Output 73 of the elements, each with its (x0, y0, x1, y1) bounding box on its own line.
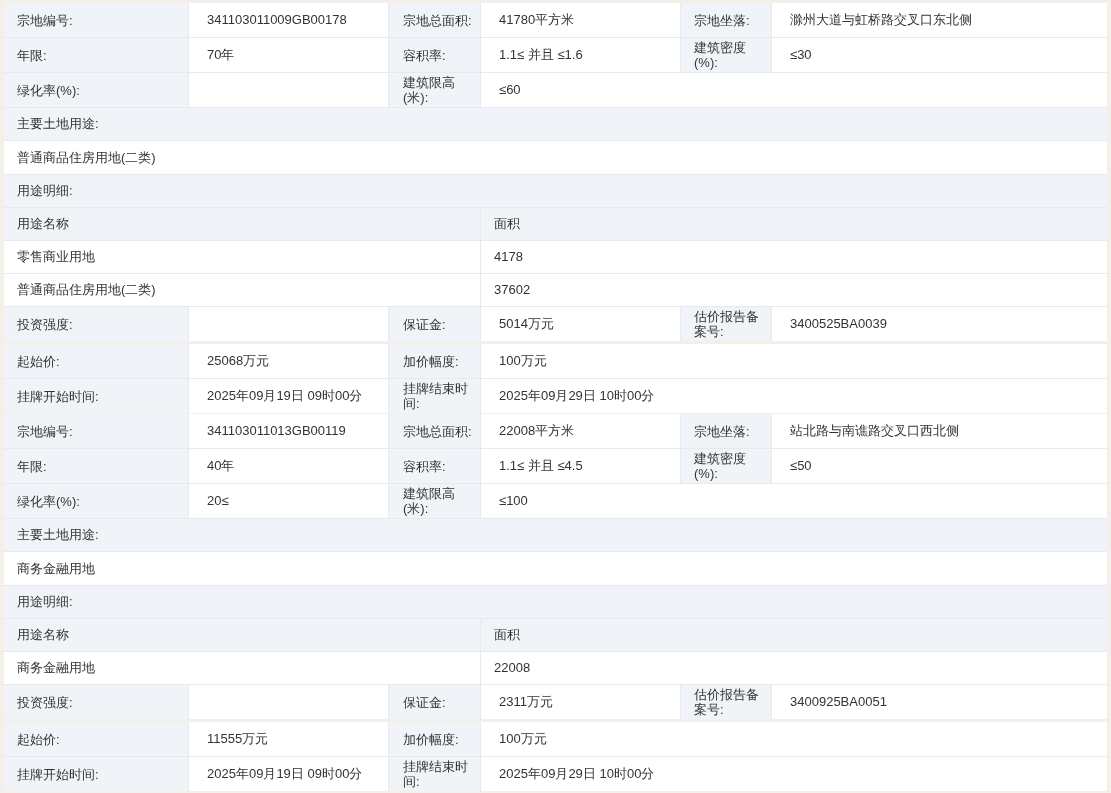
field-label: 投资强度: (4, 685, 188, 719)
field-label: 宗地总面积: (389, 3, 480, 37)
section-heading: 用途明细: (4, 175, 1107, 207)
field-label: 宗地坐落: (681, 414, 771, 448)
field-value: ≤30 (772, 38, 1107, 72)
column-header: 用途名称 (4, 208, 480, 240)
field-value: ≤50 (772, 449, 1107, 483)
field-value: 站北路与南谯路交叉口西北侧 (772, 414, 1107, 448)
field-label: 宗地总面积: (389, 414, 480, 448)
field-value: 2025年09月19日 09时00分 (189, 757, 388, 791)
field-value: 3400525BA0039 (772, 307, 1107, 341)
field-label: 建筑限高(米): (389, 484, 480, 518)
field-label: 估价报告备案号: (681, 685, 771, 719)
field-value: 20≤ (189, 484, 388, 518)
field-label: 保证金: (389, 307, 480, 341)
table-cell: 商务金融用地 (4, 652, 480, 684)
field-value: ≤60 (481, 73, 1107, 107)
field-value: 25068万元 (189, 344, 388, 378)
field-label: 年限: (4, 449, 188, 483)
field-value: 滁州大道与虹桥路交叉口东北侧 (772, 3, 1107, 37)
field-label: 绿化率(%): (4, 73, 188, 107)
field-value: 2311万元 (481, 685, 680, 719)
field-value: 100万元 (481, 722, 1107, 756)
field-label: 挂牌开始时间: (4, 757, 188, 791)
field-value: 41780平方米 (481, 3, 680, 37)
section-heading: 主要土地用途: (4, 519, 1107, 551)
field-value: 2025年09月29日 10时00分 (481, 379, 1107, 413)
field-value: 商务金融用地 (4, 552, 1107, 585)
field-value: 100万元 (481, 344, 1107, 378)
field-value: 5014万元 (481, 307, 680, 341)
field-value: ≤100 (481, 484, 1107, 518)
field-label: 绿化率(%): (4, 484, 188, 518)
field-value: 1.1≤ 并且 ≤4.5 (481, 449, 680, 483)
field-label: 宗地坐落: (681, 3, 771, 37)
section-heading: 用途明细: (4, 586, 1107, 618)
column-header: 面积 (481, 208, 1107, 240)
field-label: 加价幅度: (389, 344, 480, 378)
field-value: 2025年09月19日 09时00分 (189, 379, 388, 413)
field-label: 保证金: (389, 685, 480, 719)
field-value: 341103011009GB00178 (189, 3, 388, 37)
column-header: 面积 (481, 619, 1107, 651)
table-cell: 普通商品住房用地(二类) (4, 274, 480, 306)
field-value: 22008平方米 (481, 414, 680, 448)
field-label: 宗地编号: (4, 414, 188, 448)
field-value: 2025年09月29日 10时00分 (481, 757, 1107, 791)
field-label: 挂牌结束时间: (389, 379, 480, 413)
field-value: 11555万元 (189, 722, 388, 756)
field-value: 3400925BA0051 (772, 685, 1107, 719)
field-value: 40年 (189, 449, 388, 483)
table-cell: 4178 (481, 241, 1107, 273)
table-cell: 零售商业用地 (4, 241, 480, 273)
field-label: 起始价: (4, 344, 188, 378)
field-label: 投资强度: (4, 307, 188, 341)
field-value: 1.1≤ 并且 ≤1.6 (481, 38, 680, 72)
field-value: 70年 (189, 38, 388, 72)
field-label: 挂牌结束时间: (389, 757, 480, 791)
field-label: 年限: (4, 38, 188, 72)
section-heading: 主要土地用途: (4, 108, 1107, 140)
field-label: 建筑密度(%): (681, 449, 771, 483)
field-label: 建筑密度(%): (681, 38, 771, 72)
field-label: 容积率: (389, 38, 480, 72)
column-header: 用途名称 (4, 619, 480, 651)
table-cell: 37602 (481, 274, 1107, 306)
table-cell: 22008 (481, 652, 1107, 684)
field-label: 建筑限高(米): (389, 73, 480, 107)
field-value: 普通商品住房用地(二类) (4, 141, 1107, 174)
field-label: 容积率: (389, 449, 480, 483)
field-label: 估价报告备案号: (681, 307, 771, 341)
field-label: 加价幅度: (389, 722, 480, 756)
field-label: 起始价: (4, 722, 188, 756)
field-value: 341103011013GB00119 (189, 414, 388, 448)
field-label: 挂牌开始时间: (4, 379, 188, 413)
field-label: 宗地编号: (4, 3, 188, 37)
